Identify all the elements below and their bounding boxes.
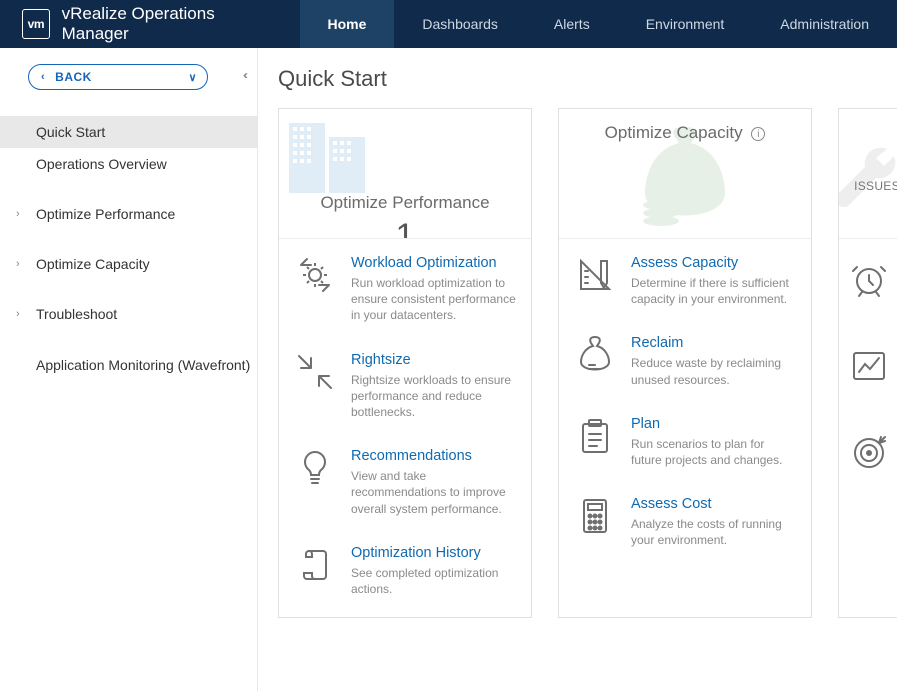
collapse-sidebar-icon[interactable]: ‹‹ bbox=[243, 68, 245, 82]
feature-plan: Plan Run scenarios to plan for future pr… bbox=[573, 416, 797, 468]
feature-title[interactable]: Reclaim bbox=[631, 335, 797, 351]
chevron-right-icon: › bbox=[16, 208, 20, 220]
sidebar-item-label: Operations Overview bbox=[36, 156, 167, 172]
bag-icon bbox=[573, 335, 617, 387]
back-caret-icon: ‹ bbox=[41, 71, 45, 83]
feature-title[interactable]: Recommendations bbox=[351, 448, 517, 464]
chevron-right-icon: › bbox=[16, 258, 20, 270]
gear-cycle-icon bbox=[293, 255, 337, 324]
page-title: Quick Start bbox=[278, 66, 897, 92]
card-body: Workload Optimization Run workload optim… bbox=[279, 239, 531, 617]
chevron-right-icon: › bbox=[16, 308, 20, 320]
money-bag-illustration bbox=[625, 127, 745, 239]
buildings-illustration bbox=[289, 123, 531, 193]
sidebar-item-operations-overview[interactable]: Operations Overview bbox=[0, 148, 257, 180]
datacenter-count: 1 bbox=[279, 217, 531, 239]
sidebar-item-optimize-performance[interactable]: › Optimize Performance bbox=[0, 198, 257, 230]
vmware-logo: vm bbox=[22, 9, 50, 39]
feature-title[interactable]: Workload Optimization bbox=[351, 255, 517, 271]
feature-desc: Reduce waste by reclaiming unused resour… bbox=[631, 355, 797, 387]
card-title: Optimize Capacity i bbox=[559, 123, 811, 143]
tab-administration[interactable]: Administration bbox=[752, 0, 897, 48]
tab-alerts[interactable]: Alerts bbox=[526, 0, 618, 48]
sidebar-item-label: Application Monitoring (Wavefront) bbox=[36, 356, 250, 374]
line-chart-icon bbox=[849, 346, 897, 389]
feature-desc: See completed optimization actions. bbox=[351, 565, 517, 597]
feature-desc: View and take recommendations to improve… bbox=[351, 468, 517, 517]
main-tabs: Home Dashboards Alerts Environment Admin… bbox=[300, 0, 897, 48]
sidebar-item-troubleshoot[interactable]: › Troubleshoot bbox=[0, 298, 257, 330]
card-body bbox=[839, 239, 897, 476]
feature-title[interactable]: Optimization History bbox=[351, 545, 517, 561]
tab-environment[interactable]: Environment bbox=[618, 0, 753, 48]
feature-workload-optimization: Workload Optimization Run workload optim… bbox=[293, 255, 517, 324]
card-header: ISSUES bbox=[839, 109, 897, 239]
quick-start-cards: Optimize Performance 1 DATACENTERS REQUI… bbox=[278, 108, 897, 618]
feature-desc: Run workload optimization to ensure cons… bbox=[351, 275, 517, 324]
feature-desc: Determine if there is sufficient capacit… bbox=[631, 275, 797, 307]
card-body: Assess Capacity Determine if there is su… bbox=[559, 239, 811, 587]
alarm-clock-icon bbox=[849, 259, 897, 302]
card-optimize-capacity: Optimize Capacity i bbox=[558, 108, 812, 618]
back-label: BACK bbox=[55, 70, 92, 84]
ruler-pencil-icon bbox=[573, 255, 617, 307]
feature-title[interactable]: Plan bbox=[631, 416, 797, 432]
main-content: Quick Start bbox=[258, 48, 897, 691]
sidebar-item-app-monitoring[interactable]: Application Monitoring (Wavefront) bbox=[0, 348, 257, 382]
target-icon bbox=[849, 433, 897, 476]
issues-label: ISSUES bbox=[839, 109, 897, 193]
calculator-icon bbox=[573, 496, 617, 548]
feature-assess-cost: Assess Cost Analyze the costs of running… bbox=[573, 496, 797, 548]
back-button[interactable]: ‹ BACK ∨ bbox=[28, 64, 208, 90]
feature-desc: Run scenarios to plan for future project… bbox=[631, 436, 797, 468]
clipboard-icon bbox=[573, 416, 617, 468]
back-dropdown-icon: ∨ bbox=[188, 71, 197, 84]
top-header: vm vRealize Operations Manager Home Dash… bbox=[0, 0, 897, 48]
sidebar-item-label: Troubleshoot bbox=[36, 306, 117, 322]
card-header: Optimize Capacity i bbox=[559, 109, 811, 239]
feature-desc: Analyze the costs of running your enviro… bbox=[631, 516, 797, 548]
feature-optimization-history: Optimization History See completed optim… bbox=[293, 545, 517, 597]
card-title: Optimize Performance bbox=[279, 193, 531, 213]
feature-recommendations: Recommendations View and take recommenda… bbox=[293, 448, 517, 517]
card-header: Optimize Performance 1 DATACENTERS REQUI… bbox=[279, 109, 531, 239]
sidebar-item-optimize-capacity[interactable]: › Optimize Capacity bbox=[0, 248, 257, 280]
feature-assess-capacity: Assess Capacity Determine if there is su… bbox=[573, 255, 797, 307]
tab-home[interactable]: Home bbox=[300, 0, 395, 48]
card-optimize-performance: Optimize Performance 1 DATACENTERS REQUI… bbox=[278, 108, 532, 618]
feature-title[interactable]: Assess Capacity bbox=[631, 255, 797, 271]
arrows-in-icon bbox=[293, 352, 337, 421]
lightbulb-icon bbox=[293, 448, 337, 517]
card-troubleshoot: ISSUES bbox=[838, 108, 897, 618]
sidebar: ‹ BACK ∨ ‹‹ Quick Start Operations Overv… bbox=[0, 48, 258, 691]
product-title: vRealize Operations Manager bbox=[62, 4, 268, 44]
tab-dashboards[interactable]: Dashboards bbox=[394, 0, 526, 48]
feature-reclaim: Reclaim Reduce waste by reclaiming unuse… bbox=[573, 335, 797, 387]
sidebar-nav: Quick Start Operations Overview › Optimi… bbox=[0, 116, 257, 382]
scroll-icon bbox=[293, 545, 337, 597]
info-icon[interactable]: i bbox=[751, 127, 765, 141]
sidebar-item-label: Optimize Capacity bbox=[36, 256, 150, 272]
sidebar-item-label: Quick Start bbox=[36, 124, 105, 140]
feature-title[interactable]: Rightsize bbox=[351, 352, 517, 368]
feature-title[interactable]: Assess Cost bbox=[631, 496, 797, 512]
sidebar-item-label: Optimize Performance bbox=[36, 206, 175, 222]
sidebar-item-quick-start[interactable]: Quick Start bbox=[0, 116, 257, 148]
feature-desc: Rightsize workloads to ensure performanc… bbox=[351, 372, 517, 421]
feature-rightsize: Rightsize Rightsize workloads to ensure … bbox=[293, 352, 517, 421]
